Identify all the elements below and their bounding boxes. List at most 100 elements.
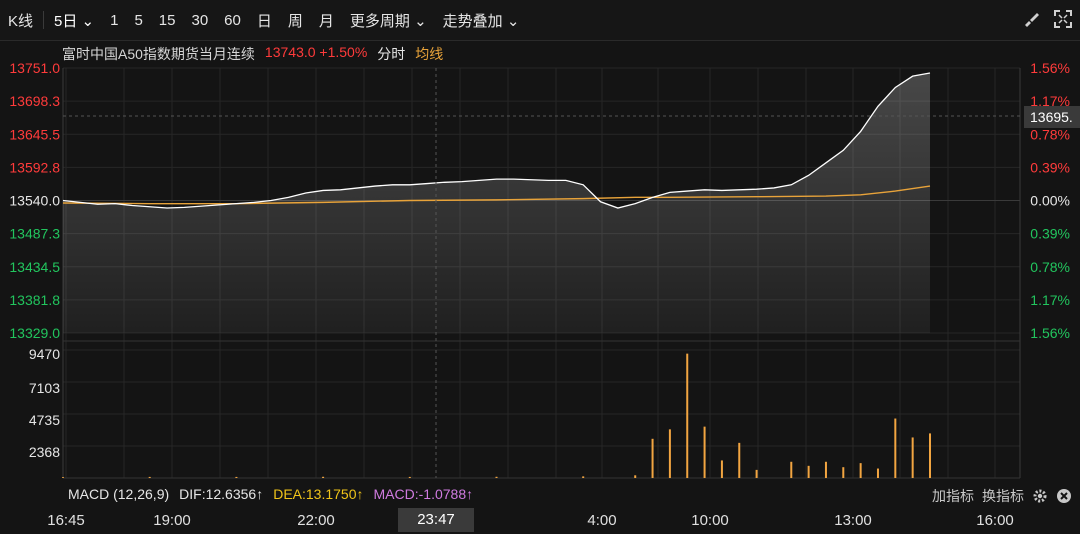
x-tick-5: 13:00	[834, 512, 872, 529]
volume-bar-22	[911, 437, 914, 478]
brush-icon[interactable]	[1022, 10, 1040, 28]
toolbar-right	[1022, 10, 1072, 28]
macd-label[interactable]: MACD (12,26,9)	[68, 486, 169, 502]
more-periods-menu[interactable]: 更多周期 ⌄	[342, 10, 435, 31]
indicator-controls: 加指标 换指标	[932, 486, 1072, 506]
volume-axis: 9470 7103 4735 2368	[29, 346, 60, 460]
macd-dea: DEA:13.1750↑	[273, 486, 364, 502]
volume-bar-11	[703, 426, 706, 478]
price-area-fill	[63, 73, 930, 334]
volume-bar-13	[738, 442, 741, 478]
x-tick-4: 10:00	[691, 512, 729, 529]
price-tick-right-4: 0.00%	[1030, 193, 1070, 209]
volume-bar-14	[755, 469, 758, 478]
cursor-price-box: 13695.	[1024, 106, 1080, 128]
x-tick-3: 4:00	[587, 512, 617, 529]
mode-label[interactable]: 分时	[377, 44, 405, 64]
chart-legend: 富时中国A50指数期货当月连续 13743.0 +1.50% 分时 均线	[62, 44, 443, 64]
price-tick-right-7: 1.17%	[1030, 292, 1070, 308]
x-tick-1: 19:00	[153, 512, 191, 529]
toolbar: K线 5日 ⌄ 1 5 15 30 60 日 周 月 更多周期 ⌄ 走势叠加 ⌄	[0, 0, 1080, 41]
intraday-chart: 13751.0 13698.3 13645.5 13592.8 13540.0 13487…	[9, 60, 1070, 479]
volume-tick-0: 9470	[29, 346, 60, 362]
volume-bar-19	[859, 463, 862, 478]
x-tick-2: 22:00	[297, 512, 335, 529]
period-1[interactable]: 1	[102, 12, 126, 29]
price-tick-right-6: 0.78%	[1030, 259, 1070, 275]
period-5[interactable]: 5	[126, 12, 150, 29]
volume-bar-0	[62, 477, 64, 478]
period-selected-label: 5日	[54, 12, 78, 30]
close-icon[interactable]	[1056, 488, 1072, 504]
volume-bar-9	[668, 429, 671, 478]
add-indicator-button[interactable]: 加指标	[932, 486, 974, 506]
volume-bar-21	[894, 418, 897, 478]
x-tick-6: 16:00	[976, 512, 1014, 529]
cursor-time: 23:47	[398, 508, 474, 532]
chevron-down-icon: ⌄	[81, 12, 95, 30]
volume-bar-16	[807, 465, 810, 478]
last-price: 13743.0 +1.50%	[264, 44, 368, 60]
period-day[interactable]: 日	[249, 10, 280, 31]
price-tick-right-8: 1.56%	[1030, 325, 1070, 341]
volume-bar-4	[408, 476, 411, 478]
volume-bar-2	[235, 476, 238, 478]
overlay-label: 走势叠加	[442, 12, 503, 30]
price-tick-left-4: 13540.0	[9, 193, 60, 209]
price-tick-left-7: 13381.8	[9, 292, 60, 308]
avg-line-series	[62, 185, 931, 205]
macd-dif: DIF:12.6356↑	[179, 486, 264, 502]
period-5day-select[interactable]: 5日 ⌄	[46, 10, 102, 31]
price-tick-right-3: 0.39%	[1030, 159, 1070, 175]
volume-bar-23	[929, 433, 931, 478]
price-tick-right-2: 0.78%	[1030, 126, 1070, 142]
macd-value: MACD:-1.0788↑	[373, 486, 474, 502]
fullscreen-icon[interactable]	[1054, 10, 1072, 28]
chevron-down-icon: ⌄	[414, 12, 427, 30]
volume-bars	[62, 353, 931, 478]
volume-bar-8	[651, 438, 654, 478]
volume-bar-17	[824, 461, 827, 478]
chevron-down-icon: ⌄	[506, 12, 520, 30]
volume-bar-3	[322, 476, 325, 478]
volume-bar-12	[720, 460, 723, 478]
price-tick-left-0: 13751.0	[9, 60, 60, 76]
grid-lines	[62, 67, 1021, 479]
price-tick-left-3: 13592.8	[9, 159, 60, 175]
volume-bar-10	[686, 353, 689, 478]
volume-bar-15	[790, 461, 793, 478]
gear-icon[interactable]	[1032, 488, 1048, 504]
overlay-menu[interactable]: 走势叠加 ⌄	[435, 10, 528, 31]
price-axis-right: 1.56%1.17%0.78%0.39%0.00%0.39%0.78%1.17%…	[1030, 60, 1070, 341]
more-periods-label: 更多周期	[349, 12, 410, 30]
volume-tick-2: 4735	[29, 412, 60, 428]
price-tick-left-1: 13698.3	[9, 93, 60, 109]
period-30[interactable]: 30	[183, 12, 216, 29]
kline-tab[interactable]: K线	[0, 10, 41, 31]
volume-bar-7	[634, 475, 637, 478]
price-tick-left-6: 13434.5	[9, 259, 60, 275]
macd-readout: MACD (12,26,9) DIF:12.6356↑ DEA:13.1750↑…	[68, 486, 473, 502]
period-week[interactable]: 周	[280, 10, 311, 31]
volume-tick-3: 2368	[29, 444, 60, 460]
volume-bar-6	[582, 476, 585, 478]
x-tick-0: 16:45	[47, 512, 85, 529]
period-15[interactable]: 15	[151, 12, 184, 29]
price-tick-left-2: 13645.5	[9, 126, 60, 142]
price-tick-right-5: 0.39%	[1030, 226, 1070, 242]
avg-line-label[interactable]: 均线	[415, 44, 443, 64]
price-tick-left-8: 13329.0	[9, 325, 60, 341]
crosshair	[63, 68, 1020, 478]
period-month[interactable]: 月	[311, 10, 342, 31]
switch-indicator-button[interactable]: 换指标	[982, 486, 1024, 506]
volume-bar-20	[876, 468, 879, 478]
price-axis-left: 13751.0 13698.3 13645.5 13592.8 13540.0 13487…	[9, 60, 60, 341]
price-tick-right-0: 1.56%	[1030, 60, 1070, 76]
price-line-series	[62, 72, 931, 209]
price-tick-left-5: 13487.3	[9, 226, 60, 242]
toolbar-divider	[43, 11, 45, 29]
instrument-name: 富时中国A50指数期货当月连续	[62, 46, 255, 62]
volume-tick-1: 7103	[29, 380, 60, 396]
period-60[interactable]: 60	[216, 12, 249, 29]
volume-bar-1	[148, 476, 151, 478]
